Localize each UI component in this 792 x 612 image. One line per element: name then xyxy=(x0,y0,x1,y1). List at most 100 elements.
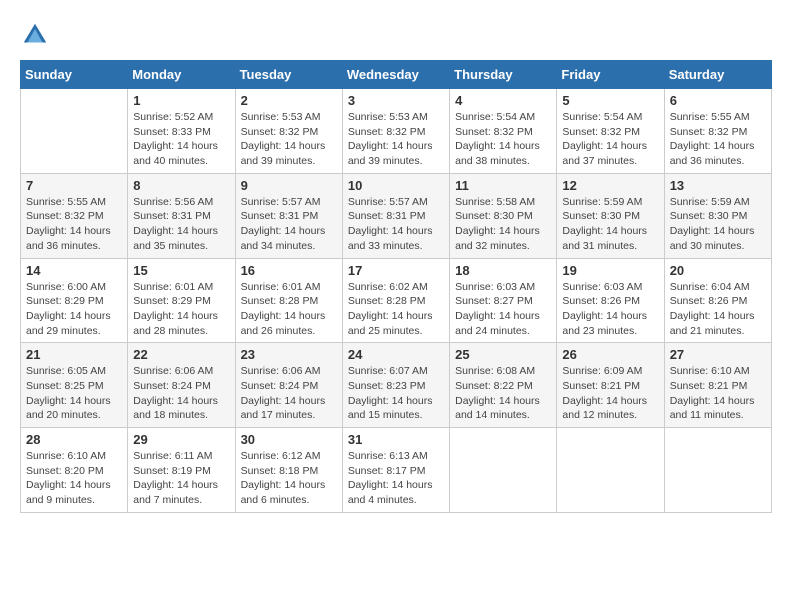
calendar-cell: 30Sunrise: 6:12 AMSunset: 8:18 PMDayligh… xyxy=(235,428,342,513)
logo-icon xyxy=(20,20,50,50)
calendar-cell: 21 Sunrise: 6:05 AMSunset: 8:25 PMDayligh… xyxy=(21,343,128,428)
day-detail: Sunrise: 6:10 AMSunset: 8:20 PMDaylight:… xyxy=(26,449,122,508)
day-detail: Sunrise: 6:05 AMSunset: 8:25 PMDaylight:… xyxy=(26,364,122,423)
calendar-cell: 11Sunrise: 5:58 AMSunset: 8:30 PMDayligh… xyxy=(450,173,557,258)
day-number: 30 xyxy=(241,432,337,447)
calendar-cell xyxy=(450,428,557,513)
header-row: SundayMondayTuesdayWednesdayThursdayFrid… xyxy=(21,61,772,89)
calendar-cell: 14Sunrise: 6:00 AMSunset: 8:29 PMDayligh… xyxy=(21,258,128,343)
calendar-cell: 31 Sunrise: 6:13 AMSunset: 8:17 PMDayligh… xyxy=(342,428,449,513)
calendar-cell: 9Sunrise: 5:57 AMSunset: 8:31 PMDaylight… xyxy=(235,173,342,258)
calendar-week-row: 14Sunrise: 6:00 AMSunset: 8:29 PMDayligh… xyxy=(21,258,772,343)
calendar-cell: 13 Sunrise: 5:59 AMSunset: 8:30 PMDayligh… xyxy=(664,173,771,258)
logo xyxy=(20,20,56,50)
calendar-week-row: 1 Sunrise: 5:52 AMSunset: 8:33 PMDaylight… xyxy=(21,89,772,174)
calendar-cell: 17 Sunrise: 6:02 AMSunset: 8:28 PMDayligh… xyxy=(342,258,449,343)
day-number: 12 xyxy=(562,178,658,193)
calendar-cell: 5 Sunrise: 5:54 AMSunset: 8:32 PMDaylight… xyxy=(557,89,664,174)
calendar-header: SundayMondayTuesdayWednesdayThursdayFrid… xyxy=(21,61,772,89)
day-detail: Sunrise: 5:52 AMSunset: 8:33 PMDaylight:… xyxy=(133,110,229,169)
day-number: 7 xyxy=(26,178,122,193)
calendar-cell: 7 Sunrise: 5:55 AMSunset: 8:32 PMDaylight… xyxy=(21,173,128,258)
calendar-cell: 3 Sunrise: 5:53 AMSunset: 8:32 PMDaylight… xyxy=(342,89,449,174)
calendar-cell: 10 Sunrise: 5:57 AMSunset: 8:31 PMDayligh… xyxy=(342,173,449,258)
day-number: 24 xyxy=(348,347,444,362)
day-detail: Sunrise: 5:59 AMSunset: 8:30 PMDaylight:… xyxy=(562,195,658,254)
day-number: 2 xyxy=(241,93,337,108)
day-detail: Sunrise: 6:08 AMSunset: 8:22 PMDaylight:… xyxy=(455,364,551,423)
day-detail: Sunrise: 6:13 AMSunset: 8:17 PMDaylight:… xyxy=(348,449,444,508)
calendar: SundayMondayTuesdayWednesdayThursdayFrid… xyxy=(20,60,772,513)
calendar-cell: 6Sunrise: 5:55 AMSunset: 8:32 PMDaylight… xyxy=(664,89,771,174)
day-detail: Sunrise: 5:53 AMSunset: 8:32 PMDaylight:… xyxy=(348,110,444,169)
day-detail: Sunrise: 5:56 AMSunset: 8:31 PMDaylight:… xyxy=(133,195,229,254)
day-number: 11 xyxy=(455,178,551,193)
day-detail: Sunrise: 6:01 AMSunset: 8:29 PMDaylight:… xyxy=(133,280,229,339)
day-number: 18 xyxy=(455,263,551,278)
calendar-cell: 2 Sunrise: 5:53 AMSunset: 8:32 PMDaylight… xyxy=(235,89,342,174)
day-number: 20 xyxy=(670,263,766,278)
day-detail: Sunrise: 5:57 AMSunset: 8:31 PMDaylight:… xyxy=(241,195,337,254)
day-number: 23 xyxy=(241,347,337,362)
calendar-cell xyxy=(21,89,128,174)
calendar-cell: 19 Sunrise: 6:03 AMSunset: 8:26 PMDayligh… xyxy=(557,258,664,343)
day-number: 4 xyxy=(455,93,551,108)
calendar-cell xyxy=(664,428,771,513)
day-number: 27 xyxy=(670,347,766,362)
day-detail: Sunrise: 6:06 AMSunset: 8:24 PMDaylight:… xyxy=(133,364,229,423)
day-number: 1 xyxy=(133,93,229,108)
header-day: Saturday xyxy=(664,61,771,89)
day-number: 31 xyxy=(348,432,444,447)
day-detail: Sunrise: 6:10 AMSunset: 8:21 PMDaylight:… xyxy=(670,364,766,423)
day-number: 17 xyxy=(348,263,444,278)
day-detail: Sunrise: 6:09 AMSunset: 8:21 PMDaylight:… xyxy=(562,364,658,423)
calendar-cell: 24Sunrise: 6:07 AMSunset: 8:23 PMDayligh… xyxy=(342,343,449,428)
calendar-cell: 25 Sunrise: 6:08 AMSunset: 8:22 PMDayligh… xyxy=(450,343,557,428)
day-number: 19 xyxy=(562,263,658,278)
day-number: 10 xyxy=(348,178,444,193)
day-detail: Sunrise: 6:04 AMSunset: 8:26 PMDaylight:… xyxy=(670,280,766,339)
day-detail: Sunrise: 5:57 AMSunset: 8:31 PMDaylight:… xyxy=(348,195,444,254)
header-day: Sunday xyxy=(21,61,128,89)
calendar-cell: 26 Sunrise: 6:09 AMSunset: 8:21 PMDayligh… xyxy=(557,343,664,428)
calendar-cell: 16 Sunrise: 6:01 AMSunset: 8:28 PMDayligh… xyxy=(235,258,342,343)
day-number: 21 xyxy=(26,347,122,362)
day-number: 16 xyxy=(241,263,337,278)
day-number: 3 xyxy=(348,93,444,108)
day-number: 5 xyxy=(562,93,658,108)
day-detail: Sunrise: 5:55 AMSunset: 8:32 PMDaylight:… xyxy=(670,110,766,169)
calendar-cell: 23 Sunrise: 6:06 AMSunset: 8:24 PMDayligh… xyxy=(235,343,342,428)
calendar-week-row: 21 Sunrise: 6:05 AMSunset: 8:25 PMDayligh… xyxy=(21,343,772,428)
day-number: 29 xyxy=(133,432,229,447)
header xyxy=(20,20,772,50)
header-day: Monday xyxy=(128,61,235,89)
day-detail: Sunrise: 6:06 AMSunset: 8:24 PMDaylight:… xyxy=(241,364,337,423)
day-detail: Sunrise: 5:54 AMSunset: 8:32 PMDaylight:… xyxy=(562,110,658,169)
day-number: 22 xyxy=(133,347,229,362)
day-detail: Sunrise: 5:53 AMSunset: 8:32 PMDaylight:… xyxy=(241,110,337,169)
day-detail: Sunrise: 6:11 AMSunset: 8:19 PMDaylight:… xyxy=(133,449,229,508)
calendar-cell: 20 Sunrise: 6:04 AMSunset: 8:26 PMDayligh… xyxy=(664,258,771,343)
header-day: Tuesday xyxy=(235,61,342,89)
day-number: 25 xyxy=(455,347,551,362)
day-detail: Sunrise: 5:55 AMSunset: 8:32 PMDaylight:… xyxy=(26,195,122,254)
day-number: 13 xyxy=(670,178,766,193)
day-detail: Sunrise: 6:02 AMSunset: 8:28 PMDaylight:… xyxy=(348,280,444,339)
calendar-cell: 22 Sunrise: 6:06 AMSunset: 8:24 PMDayligh… xyxy=(128,343,235,428)
calendar-cell: 28Sunrise: 6:10 AMSunset: 8:20 PMDayligh… xyxy=(21,428,128,513)
day-detail: Sunrise: 5:59 AMSunset: 8:30 PMDaylight:… xyxy=(670,195,766,254)
header-day: Thursday xyxy=(450,61,557,89)
calendar-cell: 29 Sunrise: 6:11 AMSunset: 8:19 PMDayligh… xyxy=(128,428,235,513)
day-detail: Sunrise: 6:03 AMSunset: 8:27 PMDaylight:… xyxy=(455,280,551,339)
header-day: Friday xyxy=(557,61,664,89)
day-number: 8 xyxy=(133,178,229,193)
day-detail: Sunrise: 5:54 AMSunset: 8:32 PMDaylight:… xyxy=(455,110,551,169)
day-number: 26 xyxy=(562,347,658,362)
calendar-cell: 12 Sunrise: 5:59 AMSunset: 8:30 PMDayligh… xyxy=(557,173,664,258)
calendar-week-row: 28Sunrise: 6:10 AMSunset: 8:20 PMDayligh… xyxy=(21,428,772,513)
day-detail: Sunrise: 6:03 AMSunset: 8:26 PMDaylight:… xyxy=(562,280,658,339)
day-detail: Sunrise: 6:01 AMSunset: 8:28 PMDaylight:… xyxy=(241,280,337,339)
calendar-cell xyxy=(557,428,664,513)
calendar-cell: 18 Sunrise: 6:03 AMSunset: 8:27 PMDayligh… xyxy=(450,258,557,343)
calendar-cell: 4 Sunrise: 5:54 AMSunset: 8:32 PMDaylight… xyxy=(450,89,557,174)
